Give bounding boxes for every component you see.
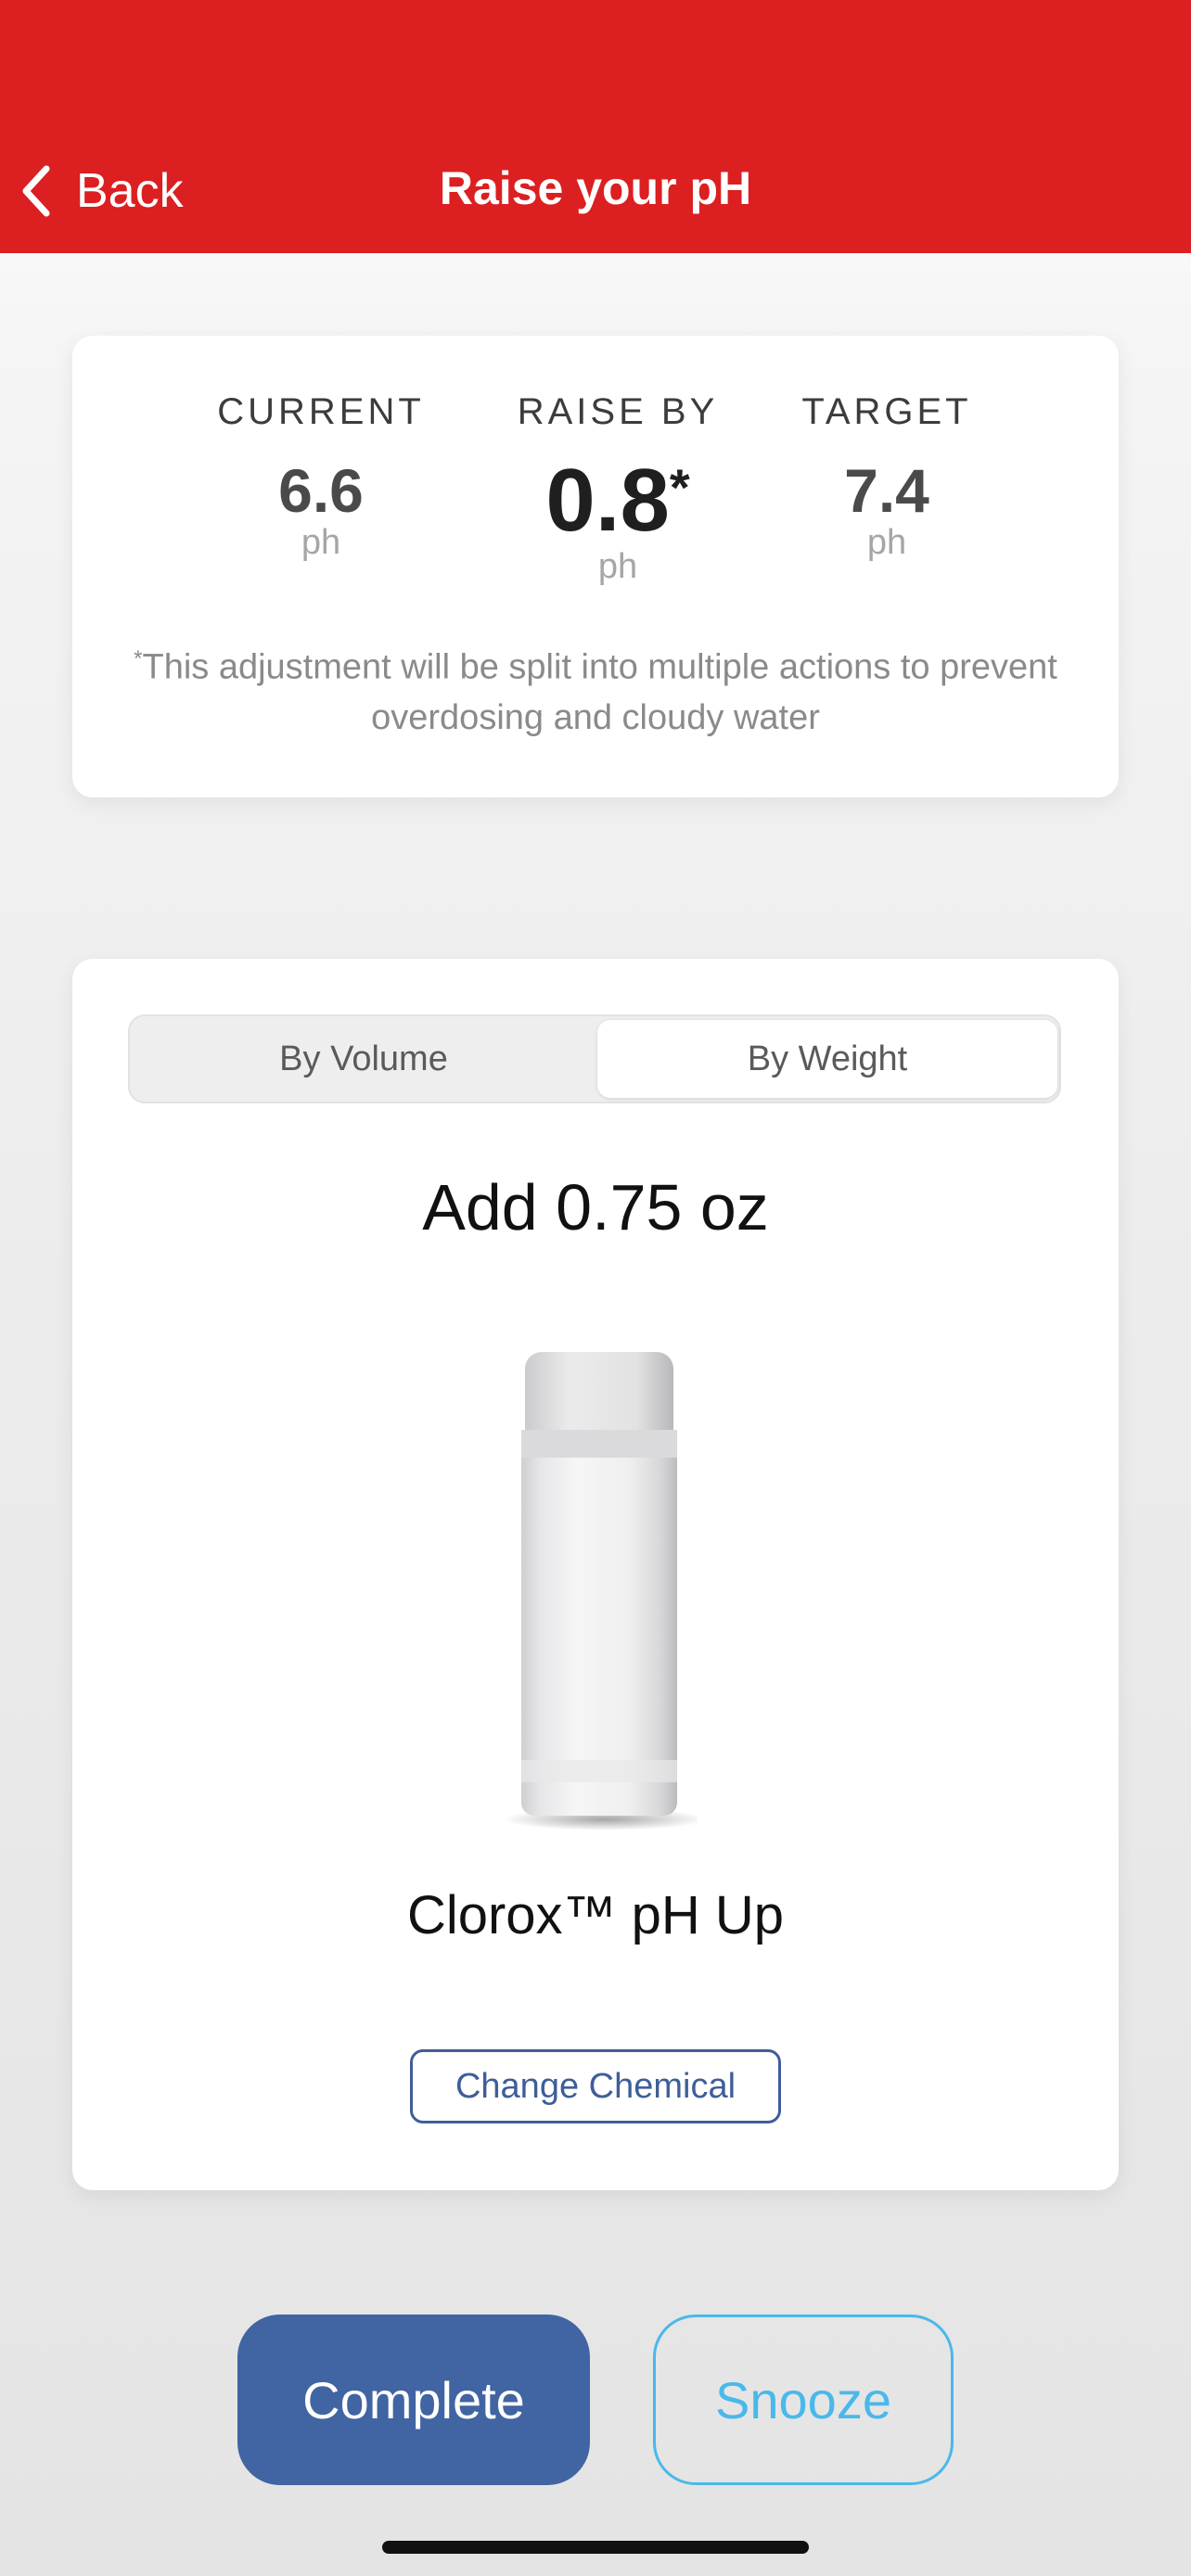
home-indicator[interactable] — [382, 2541, 809, 2554]
raise-by-value-wrap: 0.8* — [479, 456, 757, 545]
current-stat: CURRENT 6.6 ph — [182, 391, 460, 563]
measure-toggle: By Volume By Weight — [128, 1014, 1061, 1103]
complete-button[interactable]: Complete — [237, 2315, 590, 2485]
snooze-button[interactable]: Snooze — [653, 2315, 954, 2485]
ph-summary-card: CURRENT 6.6 ph RAISE BY 0.8* ph TARGET 7… — [72, 336, 1119, 797]
dose-instruction: Add 0.75 oz — [422, 1171, 769, 1243]
raise-by-asterisk: * — [669, 458, 690, 516]
dosage-card: By Volume By Weight Add 0.75 oz Clorox™ … — [72, 959, 1119, 2190]
target-value: 7.4 — [844, 456, 929, 525]
tab-by-weight[interactable]: By Weight — [597, 1020, 1057, 1098]
page-title: Raise your pH — [439, 162, 752, 214]
chemical-bottle-icon — [493, 1352, 707, 1839]
change-chemical-button[interactable]: Change Chemical — [410, 2049, 781, 2123]
raise-by-unit: ph — [597, 547, 638, 586]
tab-by-volume[interactable]: By Volume — [134, 1020, 594, 1098]
target-label: TARGET — [801, 391, 972, 432]
product-name: Clorox™ pH Up — [406, 1885, 785, 1945]
adjustment-footnote: *This adjustment will be split into mult… — [128, 634, 1063, 743]
header-bar: Back Raise your pH — [0, 0, 1191, 253]
current-label: CURRENT — [217, 391, 425, 432]
raise-by-value: 0.8 — [545, 451, 670, 550]
current-unit: ph — [301, 523, 341, 562]
raise-by-label: RAISE BY — [517, 391, 719, 432]
current-value: 6.6 — [278, 456, 364, 525]
target-unit: ph — [866, 523, 907, 562]
footnote-text: This adjustment will be split into multi… — [142, 647, 1057, 737]
raise-by-stat: RAISE BY 0.8* ph — [479, 391, 757, 587]
target-stat: TARGET 7.4 ph — [748, 391, 1026, 563]
